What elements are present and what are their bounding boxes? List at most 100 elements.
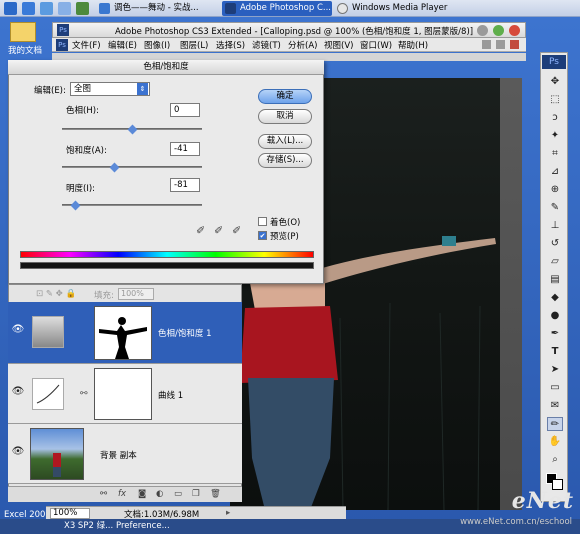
clone-stamp-icon[interactable]: ⊥ xyxy=(547,219,563,233)
eyedropper-minus-icon[interactable]: ✐ xyxy=(232,224,241,237)
hand-tool-icon[interactable]: ✋ xyxy=(547,435,563,449)
path-selection-icon[interactable]: ➤ xyxy=(547,363,563,377)
pen-tool-icon[interactable]: ✒ xyxy=(547,327,563,341)
eraser-tool-icon[interactable]: ▱ xyxy=(547,255,563,269)
lightness-slider-track[interactable] xyxy=(62,204,202,206)
slice-tool-icon[interactable]: ⊿ xyxy=(547,165,563,179)
menu-bar: Ps 文件(F) 编辑(E) 图像(I) 图层(L) 选择(S) 滤镜(T) 分… xyxy=(52,38,526,52)
adjustment-layer-button-icon[interactable]: ◐ xyxy=(156,489,163,499)
canvas-scroll-area[interactable] xyxy=(500,78,522,510)
menu-file[interactable]: 文件(F) xyxy=(72,39,101,51)
chain-link-icon[interactable]: ⚯ xyxy=(80,389,88,399)
notes-tool-icon[interactable]: ✉ xyxy=(547,399,563,413)
marquee-tool-icon[interactable]: ⬚ xyxy=(547,93,563,107)
gradient-tool-icon[interactable]: ▤ xyxy=(547,273,563,287)
healing-brush-icon[interactable]: ⊕ xyxy=(547,183,563,197)
media-icon[interactable] xyxy=(40,2,53,15)
lock-icons[interactable]: ⊡ ✎ ✥ 🔒 xyxy=(36,289,76,299)
lasso-tool-icon[interactable]: ↄ xyxy=(547,111,563,125)
watermark-url: www.eNet.com.cn/eschool xyxy=(460,517,572,527)
menu-layer[interactable]: 图层(L) xyxy=(180,39,208,51)
new-group-icon[interactable]: ▭ xyxy=(174,489,182,499)
edit-label: 编辑(E): xyxy=(34,86,66,96)
visibility-eye-icon[interactable]: 👁 xyxy=(11,446,25,457)
desktop-icon[interactable] xyxy=(22,2,35,15)
type-tool-icon[interactable]: T xyxy=(547,345,563,359)
menu-edit[interactable]: 编辑(E) xyxy=(108,39,137,51)
cancel-button[interactable]: 取消 xyxy=(258,109,312,124)
colorize-label: 着色(O) xyxy=(270,218,301,228)
layer-style-icon[interactable]: fx xyxy=(118,489,126,499)
blur-tool-icon[interactable]: ◆ xyxy=(547,291,563,305)
photoshop-menu-icon[interactable]: Ps xyxy=(56,39,68,51)
preview-checkbox[interactable]: ✔ xyxy=(258,231,267,240)
folder-icon[interactable] xyxy=(58,2,71,15)
ie-icon[interactable] xyxy=(4,2,17,15)
dialog-title: 色相/饱和度 xyxy=(8,60,324,75)
photoshop-title-bar: Ps Adobe Photoshop CS3 Extended - [Callo… xyxy=(52,22,526,38)
layer-mask-thumbnail[interactable] xyxy=(94,368,152,420)
app-icon[interactable] xyxy=(76,2,89,15)
output-color-bar xyxy=(20,262,314,269)
menu-window[interactable]: 窗口(W) xyxy=(360,39,392,51)
dodge-tool-icon[interactable]: ● xyxy=(547,309,563,323)
saturation-slider-track[interactable] xyxy=(62,166,202,168)
save-button[interactable]: 存储(S)... xyxy=(258,153,312,168)
layer-mask-thumbnail[interactable] xyxy=(94,306,152,360)
menu-select[interactable]: 选择(S) xyxy=(216,39,245,51)
task-media-player[interactable]: Windows Media Player xyxy=(334,1,458,16)
eyedropper-icon[interactable]: ✐ xyxy=(196,224,205,237)
eyedropper-plus-icon[interactable]: ✐ xyxy=(214,224,223,237)
minimize-button[interactable] xyxy=(477,25,488,36)
photoshop-icon xyxy=(225,3,236,14)
brush-tool-icon[interactable]: ✎ xyxy=(547,201,563,215)
doc-close-button[interactable] xyxy=(510,40,519,49)
layer-name: 色相/饱和度 1 xyxy=(158,329,212,339)
history-brush-icon[interactable]: ↺ xyxy=(547,237,563,251)
shape-tool-icon[interactable]: ▭ xyxy=(547,381,563,395)
layer-row[interactable]: 👁 背景 副本 xyxy=(8,424,242,484)
eyedropper-tool-icon[interactable]: ✏ xyxy=(547,417,563,431)
lightness-input[interactable]: -81 xyxy=(170,178,200,192)
doc-restore-button[interactable] xyxy=(496,40,505,49)
task-photoshop[interactable]: Adobe Photoshop C... xyxy=(222,1,332,16)
task-tutorial[interactable]: 调色——舞动 - 实战... xyxy=(96,1,220,16)
zoom-tool-icon[interactable]: ⌕ xyxy=(547,453,563,467)
link-layers-icon[interactable]: ⚯ xyxy=(100,489,107,499)
visibility-eye-icon[interactable]: 👁 xyxy=(11,386,25,397)
load-button[interactable]: 载入(L)... xyxy=(258,134,312,149)
menu-analysis[interactable]: 分析(A) xyxy=(288,39,317,51)
layer-row[interactable]: 👁 ⚯ 曲线 1 xyxy=(8,364,242,424)
menu-help[interactable]: 帮助(H) xyxy=(398,39,428,51)
task-preference[interactable]: Preference... xyxy=(112,520,174,533)
close-button[interactable] xyxy=(509,25,520,36)
adjustment-layer-icon xyxy=(32,316,64,348)
new-layer-icon[interactable]: ❐ xyxy=(192,489,200,499)
taskbar: 调色——舞动 - 实战... Adobe Photoshop C... Wind… xyxy=(0,0,580,17)
task-x3[interactable]: X3 SP2 绿... xyxy=(60,520,117,533)
zoom-field[interactable]: 100% xyxy=(50,508,90,519)
menu-filter[interactable]: 滤镜(T) xyxy=(252,39,281,51)
visibility-eye-icon[interactable]: 👁 xyxy=(11,324,25,335)
fill-label: 填充: xyxy=(94,291,114,301)
trash-icon[interactable]: 🗑 xyxy=(210,489,221,499)
fill-input[interactable]: 100% xyxy=(118,288,154,300)
status-arrow-icon[interactable]: ▸ xyxy=(226,508,230,518)
menu-view[interactable]: 视图(V) xyxy=(324,39,353,51)
add-mask-icon[interactable]: ◙ xyxy=(138,489,146,499)
layer-row[interactable]: 👁 色相/饱和度 1 xyxy=(8,302,242,364)
edit-select[interactable]: 全图 ⇕ xyxy=(70,82,150,96)
hue-input[interactable]: 0 xyxy=(170,103,200,117)
move-tool-icon[interactable]: ✥ xyxy=(547,75,563,89)
ok-button[interactable]: 确定 xyxy=(258,89,312,104)
my-documents-icon[interactable] xyxy=(10,22,36,42)
doc-minimize-button[interactable] xyxy=(482,40,491,49)
crop-tool-icon[interactable]: ⌗ xyxy=(547,147,563,161)
photoshop-logo-icon: Ps xyxy=(57,24,69,36)
menu-image[interactable]: 图像(I) xyxy=(144,39,170,51)
colorize-checkbox[interactable] xyxy=(258,217,267,226)
saturation-input[interactable]: -41 xyxy=(170,142,200,156)
magic-wand-tool-icon[interactable]: ✦ xyxy=(547,129,563,143)
maximize-button[interactable] xyxy=(493,25,504,36)
layer-thumbnail[interactable] xyxy=(30,428,84,480)
